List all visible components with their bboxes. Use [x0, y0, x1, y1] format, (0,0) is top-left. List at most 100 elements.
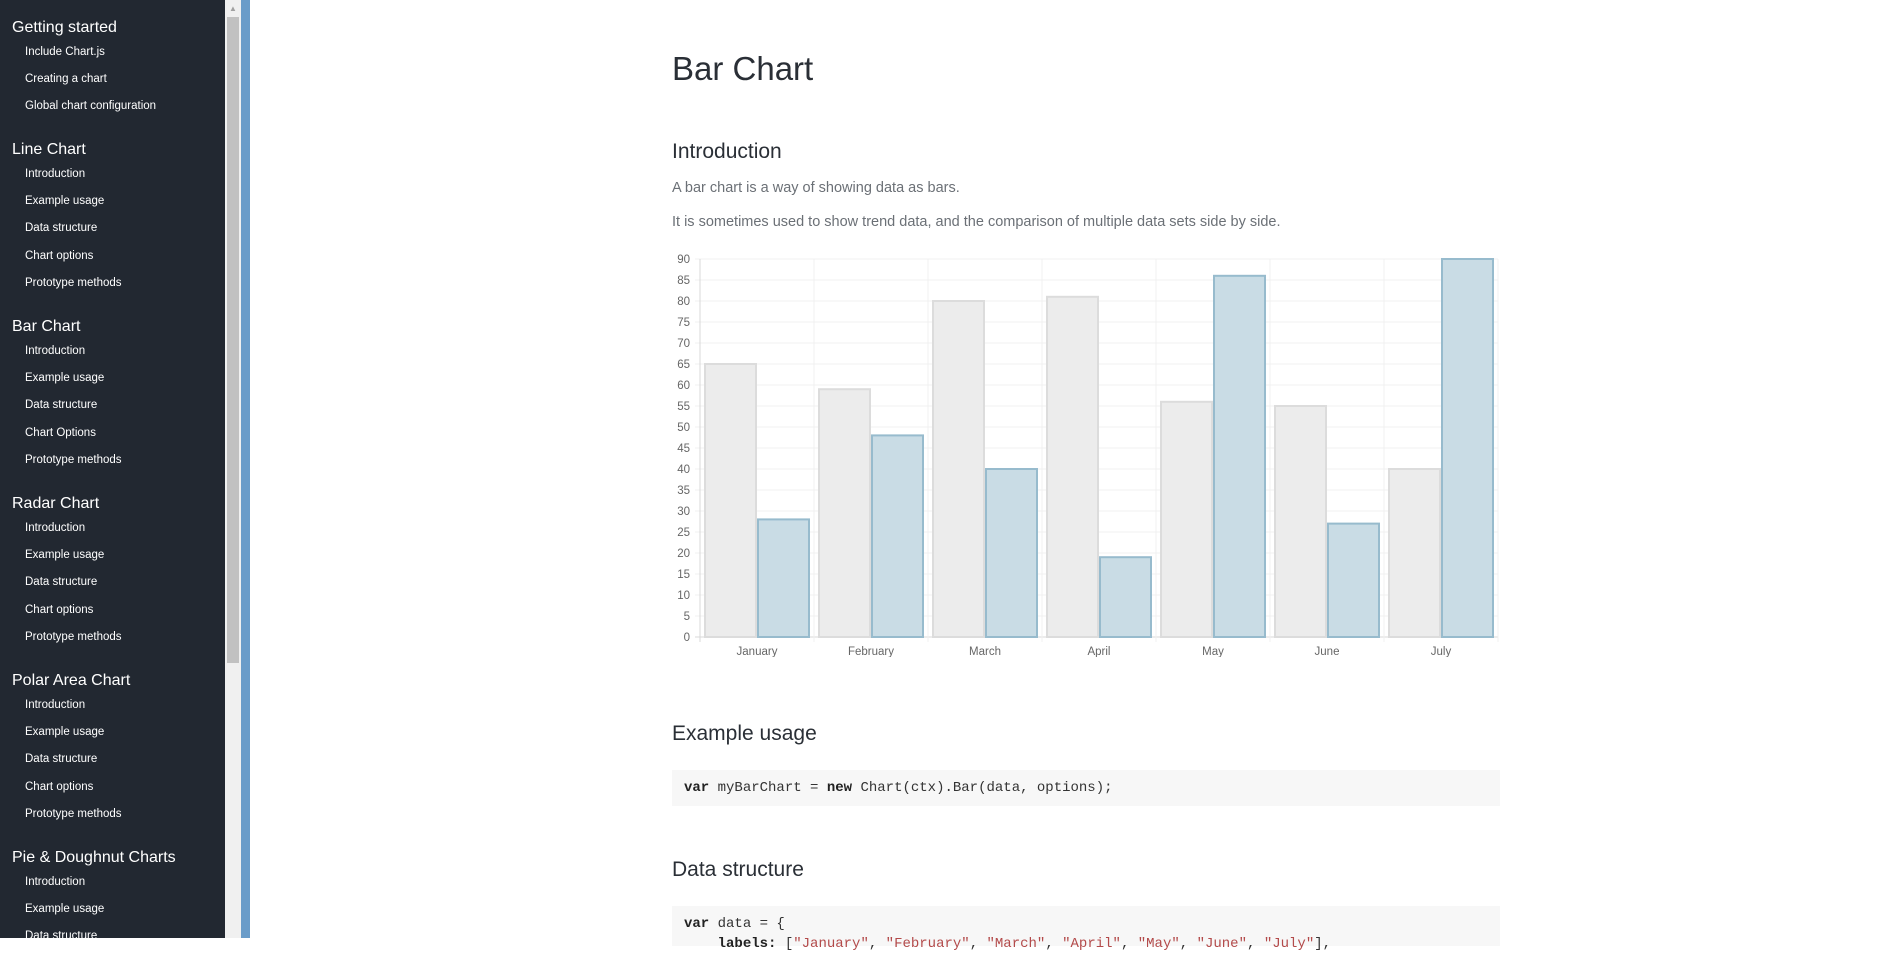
- bar: [985, 468, 1038, 638]
- x-tick-label: July: [1431, 646, 1452, 657]
- intro-heading: Introduction: [672, 140, 782, 163]
- sidebar-item[interactable]: Prototype methods: [25, 277, 122, 289]
- code-string: "April": [1062, 936, 1121, 952]
- data-structure-heading: Data structure: [672, 858, 804, 881]
- code-separator: ,: [1120, 936, 1138, 952]
- sidebar-item[interactable]: Example usage: [25, 195, 104, 207]
- x-tick-label: April: [1087, 646, 1110, 657]
- sidebar-section-title[interactable]: Getting started: [12, 19, 117, 37]
- bar: [1274, 405, 1327, 638]
- sidebar-item[interactable]: Data structure: [25, 930, 97, 938]
- sidebar-item[interactable]: Introduction: [25, 345, 85, 357]
- example-code-block: var myBarChart = new Chart(ctx).Bar(data…: [672, 770, 1500, 806]
- bar: [1213, 274, 1266, 639]
- bar: [932, 300, 985, 638]
- y-tick-label: 90: [677, 254, 690, 266]
- sidebar-section-title[interactable]: Pie & Doughnut Charts: [12, 849, 176, 867]
- sidebar-item[interactable]: Data structure: [25, 576, 97, 588]
- bar: [1441, 258, 1494, 638]
- x-tick-label: February: [848, 646, 894, 657]
- sidebar-item[interactable]: Introduction: [25, 522, 85, 534]
- data-code-block: var data = { labels: ["January", "Februa…: [672, 906, 1500, 952]
- y-tick-label: 85: [677, 275, 690, 287]
- bar: [871, 434, 924, 638]
- sidebar-item[interactable]: Introduction: [25, 876, 85, 888]
- code-separator: ,: [1179, 936, 1197, 952]
- sidebar-item[interactable]: Prototype methods: [25, 454, 122, 466]
- sidebar-item[interactable]: Data structure: [25, 222, 97, 234]
- code-text: [: [776, 936, 794, 952]
- bar: [1160, 400, 1213, 638]
- sidebar-item[interactable]: Example usage: [25, 549, 104, 561]
- x-tick-label: June: [1315, 646, 1340, 657]
- scrollbar-thumb[interactable]: [227, 17, 239, 663]
- main-content: Bar Chart Introduction A bar chart is a …: [250, 0, 1903, 952]
- sidebar-item[interactable]: Example usage: [25, 372, 104, 384]
- sidebar-item[interactable]: Introduction: [25, 168, 85, 180]
- code-key: labels:: [717, 936, 777, 952]
- code-text: data = {: [709, 916, 785, 932]
- example-usage-heading: Example usage: [672, 722, 817, 745]
- sidebar-item[interactable]: Example usage: [25, 903, 104, 915]
- sidebar-item[interactable]: Data structure: [25, 399, 97, 411]
- code-text: Chart(ctx).Bar(data, options);: [852, 780, 1113, 796]
- sidebar-item[interactable]: Chart options: [25, 250, 93, 262]
- page-title: Bar Chart: [672, 50, 814, 87]
- bar: [757, 518, 810, 638]
- sidebar-item[interactable]: Include Chart.js: [25, 46, 105, 58]
- sidebar-section-title[interactable]: Line Chart: [12, 141, 86, 159]
- y-tick-label: 5: [684, 611, 690, 623]
- y-tick-label: 40: [677, 464, 690, 476]
- y-tick-label: 45: [677, 443, 690, 455]
- code-separator: ,: [1247, 936, 1264, 952]
- scroll-up-arrow-icon[interactable]: ▲: [225, 0, 241, 17]
- sidebar-section-title[interactable]: Radar Chart: [12, 495, 99, 513]
- sidebar-item[interactable]: Data structure: [25, 753, 97, 765]
- intro-paragraph-1: A bar chart is a way of showing data as …: [672, 180, 960, 196]
- sidebar-item[interactable]: Chart Options: [25, 427, 96, 439]
- bar: [1099, 556, 1152, 639]
- sidebar-scrollbar[interactable]: ▲: [225, 0, 241, 938]
- sidebar-item[interactable]: Creating a chart: [25, 73, 107, 85]
- sidebar-section-title[interactable]: Bar Chart: [12, 318, 80, 336]
- code-string: "March": [986, 936, 1046, 952]
- y-tick-label: 30: [677, 506, 690, 518]
- code-string: "July": [1263, 936, 1315, 952]
- y-tick-label: 35: [677, 485, 690, 497]
- code-string: "February": [885, 936, 970, 952]
- x-tick-label: January: [737, 646, 778, 657]
- code-keyword: var: [684, 780, 710, 796]
- code-string: "June": [1196, 936, 1247, 952]
- bar: [1327, 522, 1380, 639]
- y-tick-label: 15: [677, 569, 690, 581]
- bar-chart-svg: 0 5 10 15 20 25 30 35 40 45 50 55 60 65 70 75 80 85 90 Janu…: [677, 254, 1499, 658]
- y-tick-label: 65: [677, 359, 690, 371]
- bar: [818, 388, 871, 638]
- code-keyword: var: [684, 916, 710, 932]
- y-tick-label: 25: [677, 527, 690, 539]
- sidebar-item[interactable]: Chart options: [25, 604, 93, 616]
- code-string: "May": [1137, 936, 1180, 952]
- sidebar-item[interactable]: Global chart configuration: [25, 100, 156, 112]
- x-tick-label: May: [1202, 646, 1224, 657]
- sidebar-item[interactable]: Example usage: [25, 726, 104, 738]
- sidebar-section-title[interactable]: Polar Area Chart: [12, 672, 130, 690]
- bar: [1388, 468, 1441, 638]
- sidebar-item[interactable]: Chart options: [25, 781, 93, 793]
- y-tick-label: 10: [677, 590, 690, 602]
- sidebar-item[interactable]: Prototype methods: [25, 808, 122, 820]
- sidebar-item[interactable]: Introduction: [25, 699, 85, 711]
- y-tick-label: 55: [677, 401, 690, 413]
- sidebar-item[interactable]: Prototype methods: [25, 631, 122, 643]
- code-keyword: new: [826, 780, 853, 796]
- code-text: myBarChart =: [709, 780, 827, 796]
- code-text: ],: [1314, 936, 1332, 952]
- intro-paragraph-2: It is sometimes used to show trend data,…: [672, 214, 1281, 230]
- y-tick-label: 75: [677, 317, 690, 329]
- x-tick-label: March: [969, 646, 1001, 657]
- bar: [704, 363, 757, 638]
- code-string: "January": [793, 936, 869, 952]
- code-separator: ,: [969, 936, 987, 952]
- code-separator: ,: [868, 936, 886, 952]
